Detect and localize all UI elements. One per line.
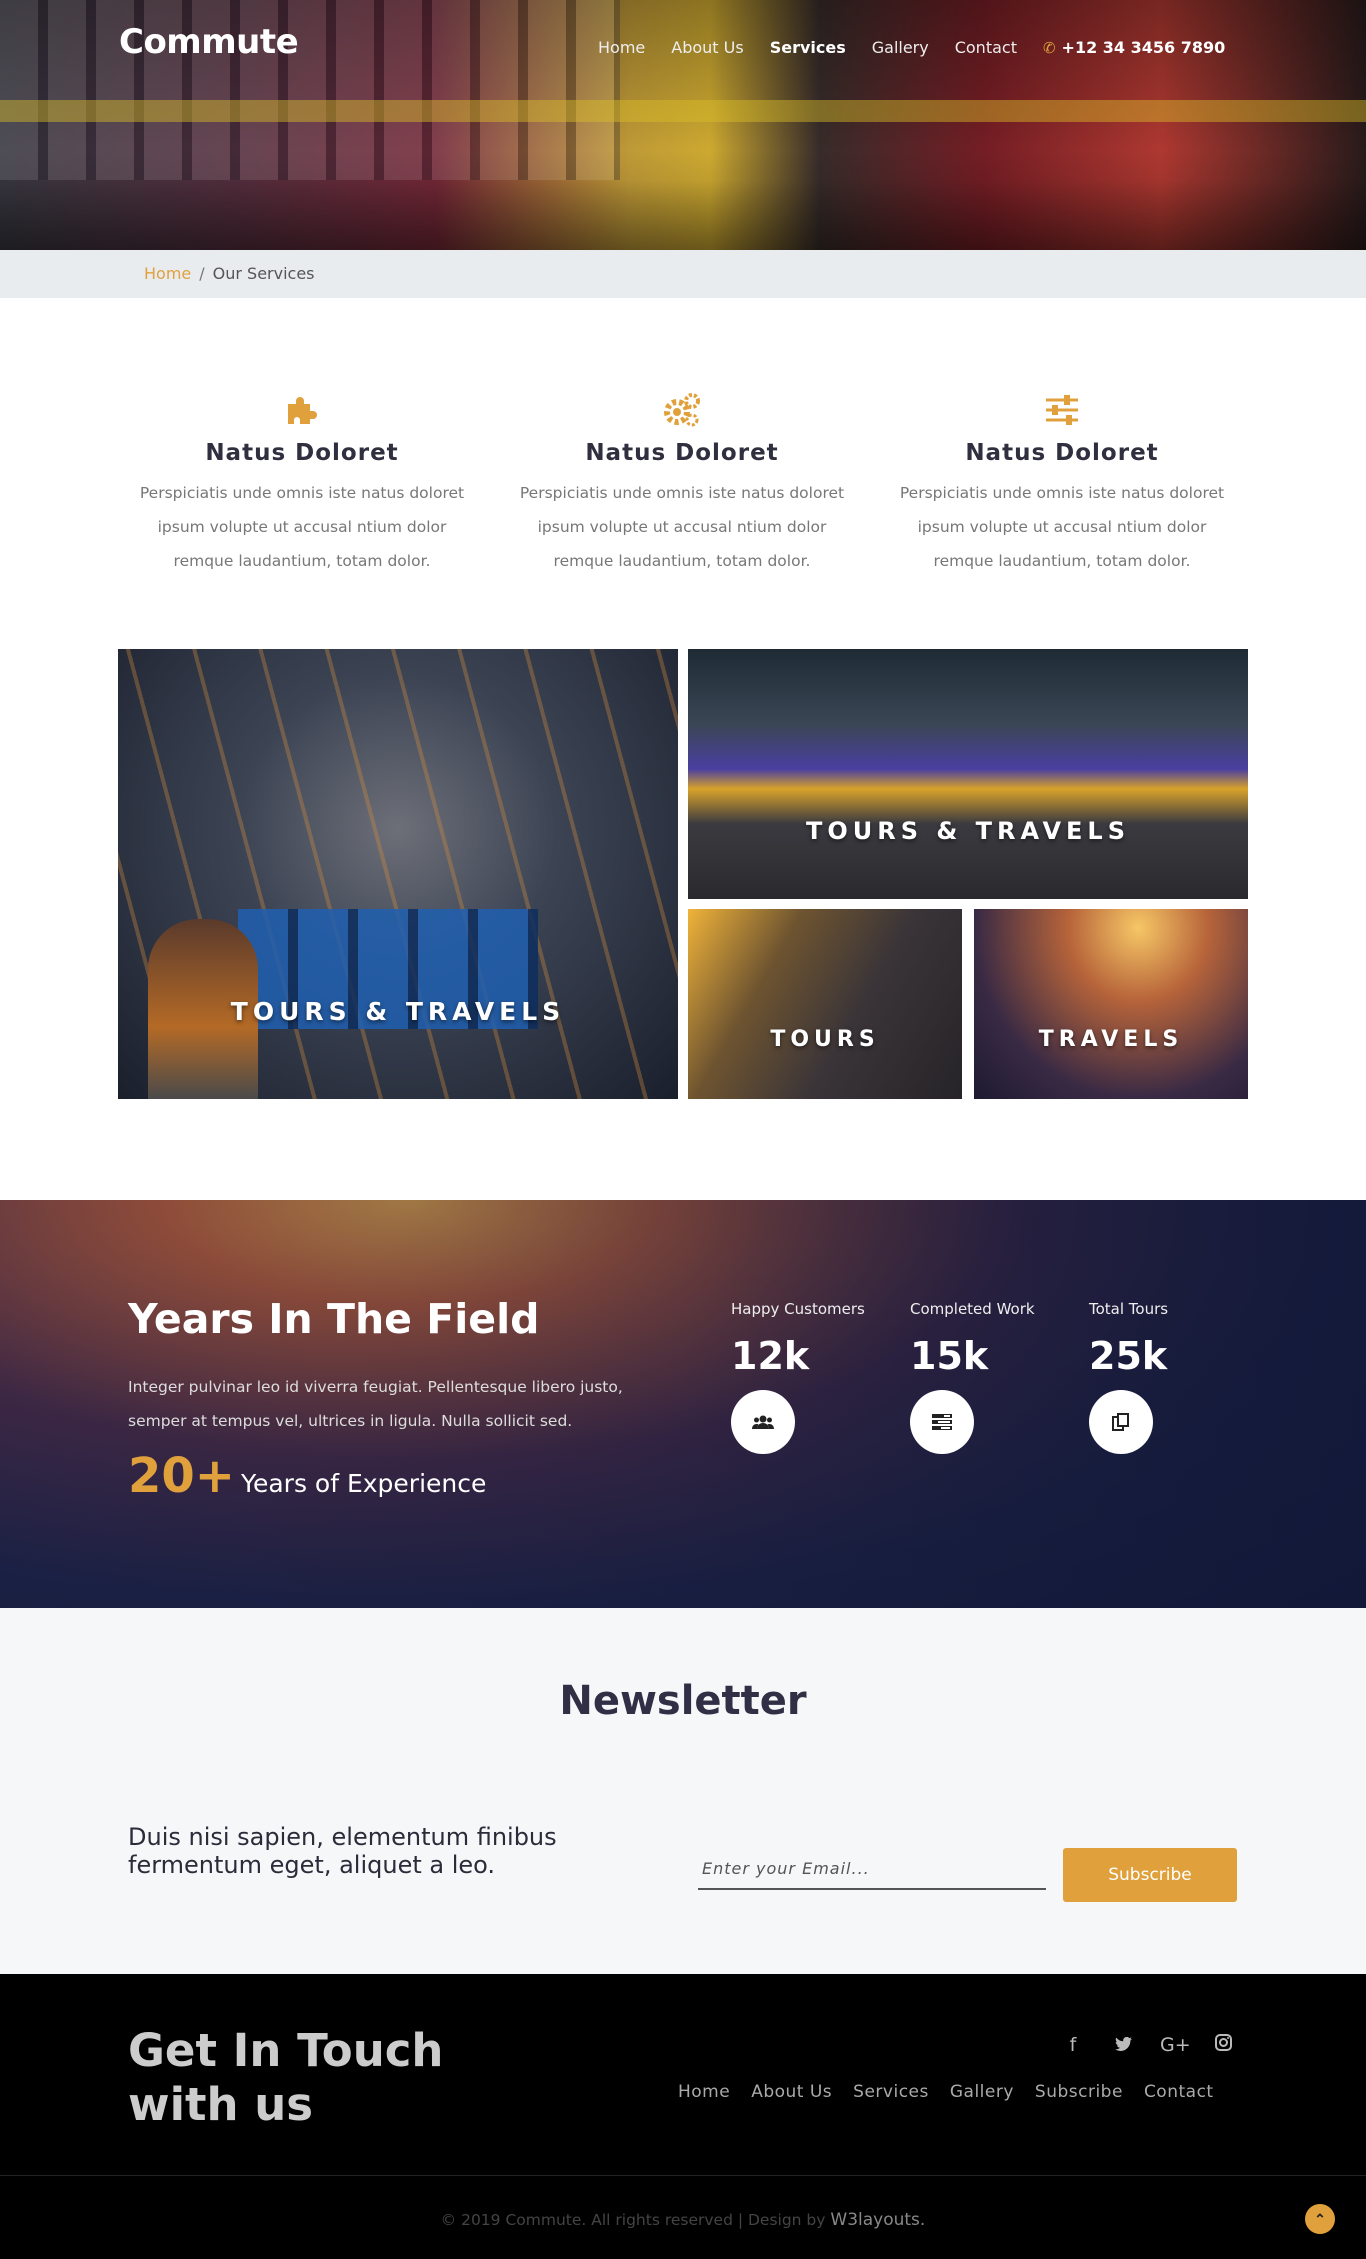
- gallery-label: TRAVELS: [1038, 1027, 1184, 1052]
- footer-title: Get In Touch with us: [128, 2024, 444, 2131]
- feature-card: Natus Doloret Perspiciatis unde omnis is…: [127, 390, 477, 578]
- stat-caption: Happy Customers: [731, 1300, 865, 1318]
- train-window-stripes: [0, 0, 620, 180]
- stat-caption: Completed Work: [910, 1300, 1035, 1318]
- nav-about[interactable]: About Us: [671, 38, 743, 57]
- google-plus-icon[interactable]: G+: [1160, 2034, 1191, 2056]
- social-links: f G+: [1060, 2034, 1236, 2056]
- gallery-label: TOURS & TRAVELS: [805, 817, 1130, 845]
- subscribe-button[interactable]: Subscribe: [1063, 1848, 1237, 1902]
- gallery-tile-train-interior[interactable]: TOURS & TRAVELS: [118, 649, 678, 1099]
- stats-description: Integer pulvinar leo id viverra feugiat.…: [128, 1378, 623, 1430]
- gears-icon: [664, 393, 700, 427]
- stat-value: 15k: [910, 1334, 989, 1378]
- feature-text: Perspiciatis unde omnis iste natus dolor…: [139, 484, 465, 570]
- footer-divider: [0, 2175, 1366, 2176]
- copy-icon: [1089, 1390, 1153, 1454]
- footer-nav-contact[interactable]: Contact: [1144, 2082, 1214, 2102]
- twitter-icon[interactable]: [1110, 2034, 1136, 2056]
- stat-item: Total Tours 25k: [1089, 1300, 1249, 1454]
- puzzle-icon: [288, 397, 317, 424]
- experience-number: 20+: [128, 1448, 236, 1504]
- instagram-icon[interactable]: [1210, 2034, 1236, 2056]
- nav-gallery[interactable]: Gallery: [872, 38, 929, 57]
- users-icon: [731, 1390, 795, 1454]
- chevron-up-icon: ⌃: [1314, 2210, 1326, 2227]
- stat-item: Happy Customers 12k: [731, 1300, 891, 1454]
- feature-title: Natus Doloret: [585, 440, 779, 466]
- phone-icon: ✆: [1042, 38, 1056, 57]
- feature-title: Natus Doloret: [205, 440, 399, 466]
- newsletter-section: Newsletter Duis nisi sapien, elementum f…: [0, 1608, 1366, 1974]
- designer-link[interactable]: W3layouts.: [830, 2210, 925, 2230]
- breadcrumb-separator: /: [199, 264, 205, 283]
- footer: Get In Touch with us f G+ Home About Us …: [0, 1974, 1366, 2259]
- footer-nav-subscribe[interactable]: Subscribe: [1035, 2082, 1123, 2102]
- feature-title: Natus Doloret: [965, 440, 1159, 466]
- breadcrumb-home[interactable]: Home: [144, 264, 191, 283]
- email-input[interactable]: [698, 1848, 1046, 1890]
- nav-services[interactable]: Services: [770, 38, 846, 57]
- train-band: [0, 100, 1366, 122]
- facebook-icon[interactable]: f: [1060, 2034, 1086, 2056]
- stat-value: 25k: [1089, 1334, 1168, 1378]
- stat-caption: Total Tours: [1089, 1300, 1169, 1318]
- tasks-icon: [910, 1390, 974, 1454]
- copyright-text: © 2019 Commute. All rights reserved | De…: [440, 2211, 826, 2229]
- feature-text: Perspiciatis unde omnis iste natus dolor…: [899, 484, 1225, 570]
- gallery-tile-travels[interactable]: TRAVELS: [974, 909, 1248, 1099]
- gallery-tile-station[interactable]: TOURS & TRAVELS: [688, 649, 1248, 899]
- footer-nav: Home About Us Services Gallery Subscribe…: [678, 2082, 1235, 2102]
- copyright: © 2019 Commute. All rights reserved | De…: [0, 2210, 1366, 2230]
- feature-card: Natus Doloret Perspiciatis unde omnis is…: [887, 390, 1237, 578]
- phone-link[interactable]: ✆ +12 34 3456 7890: [1043, 38, 1225, 57]
- main-nav: Home About Us Services Gallery Contact ✆…: [598, 38, 1225, 57]
- sliders-icon: [1046, 395, 1078, 425]
- newsletter-title: Newsletter: [559, 1678, 807, 1724]
- nav-home[interactable]: Home: [598, 38, 645, 57]
- feature-card: Natus Doloret Perspiciatis unde omnis is…: [507, 390, 857, 578]
- stats-section: Years In The Field Integer pulvinar leo …: [0, 1200, 1366, 1608]
- footer-nav-home[interactable]: Home: [678, 2082, 730, 2102]
- stat-item: Completed Work 15k: [910, 1300, 1070, 1454]
- site-logo[interactable]: Commute: [119, 22, 299, 62]
- stats-title: Years In The Field: [128, 1295, 540, 1343]
- feature-text: Perspiciatis unde omnis iste natus dolor…: [519, 484, 845, 570]
- stat-value: 12k: [731, 1334, 810, 1378]
- gallery-tile-tours[interactable]: TOURS: [688, 909, 962, 1099]
- nav-contact[interactable]: Contact: [955, 38, 1017, 57]
- back-to-top-button[interactable]: ⌃: [1305, 2204, 1335, 2234]
- experience-text: Years of Experience: [241, 1469, 487, 1498]
- phone-number: +12 34 3456 7890: [1061, 38, 1226, 57]
- newsletter-blurb: Duis nisi sapien, elementum finibus ferm…: [128, 1823, 557, 1879]
- footer-nav-gallery[interactable]: Gallery: [950, 2082, 1014, 2102]
- gallery-label: TOURS: [770, 1027, 880, 1052]
- footer-nav-about[interactable]: About Us: [751, 2082, 832, 2102]
- hero-shade: [0, 180, 1366, 250]
- breadcrumb: Home / Our Services: [0, 250, 1366, 298]
- gallery-label: TOURS & TRAVELS: [230, 997, 566, 1026]
- breadcrumb-current: Our Services: [212, 264, 315, 283]
- experience: 20+ Years of Experience: [128, 1448, 486, 1504]
- hero-banner: Commute Home About Us Services Gallery C…: [0, 0, 1366, 250]
- footer-nav-services[interactable]: Services: [853, 2082, 929, 2102]
